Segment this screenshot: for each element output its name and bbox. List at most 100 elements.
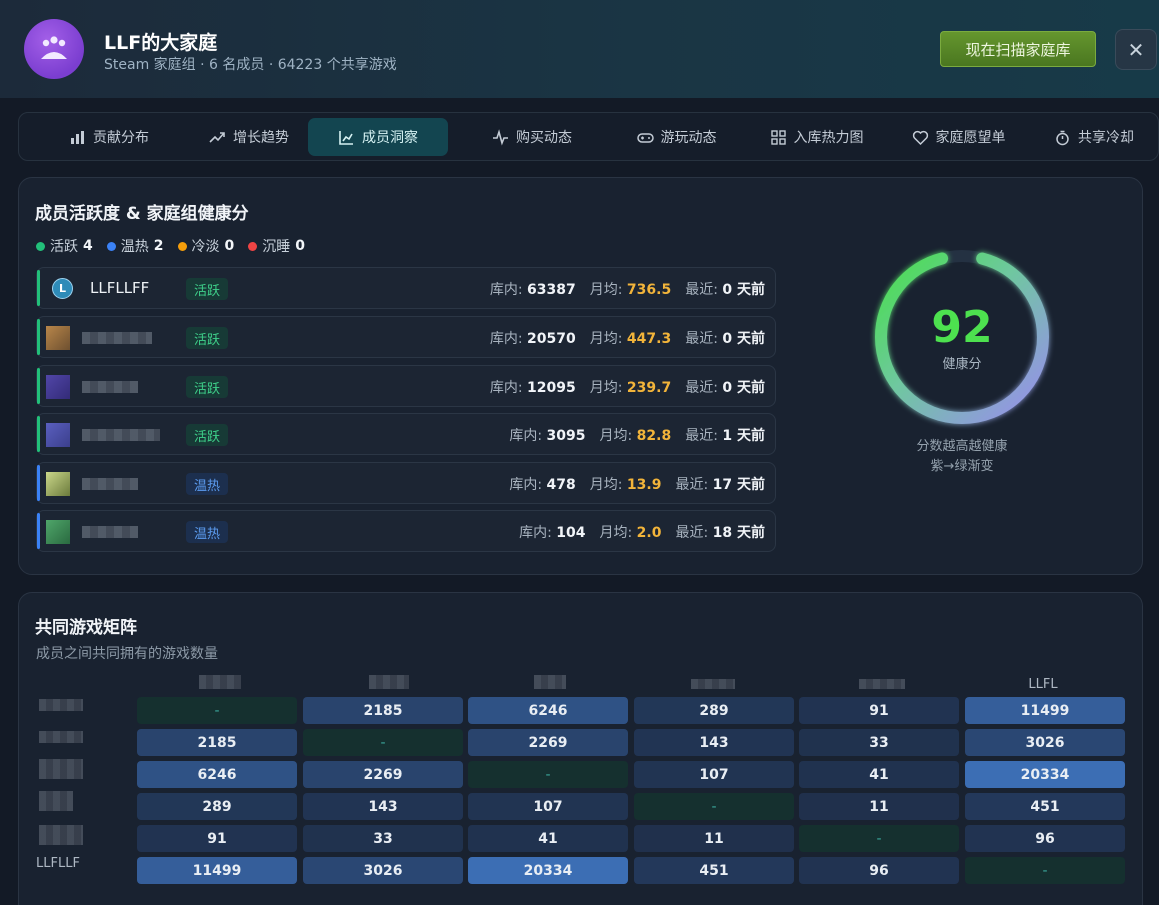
library-label: 库内: (489, 331, 523, 347)
member-row[interactable]: 活跃 库内: 12095 月均: 239.7 最近: 0 天前 (36, 365, 776, 407)
library-label: 库内: (519, 525, 552, 541)
matrix-cell[interactable]: - (965, 857, 1125, 884)
member-row[interactable]: L LLFLLFF 活跃 库内: 63387 月均: 736.5 最近: 0 天… (36, 267, 776, 309)
matrix-cell[interactable]: 6246 (468, 697, 628, 724)
tab-purchases[interactable]: 购买动态 (462, 118, 602, 156)
tab-label: 家庭愿望单 (935, 130, 1006, 146)
recent-activity: 1 天前 (722, 428, 765, 444)
member-stats: 库内: 104 月均: 2.0 最近: 18 天前 (519, 522, 765, 542)
timer-icon (1056, 130, 1069, 145)
matrix-cell[interactable]: 91 (137, 825, 297, 852)
matrix-cell[interactable]: - (634, 793, 794, 820)
matrix-cell[interactable]: 41 (799, 761, 959, 788)
matrix-cell[interactable]: 11 (634, 825, 794, 852)
member-row[interactable]: 温热 库内: 104 月均: 2.0 最近: 18 天前 (36, 510, 776, 552)
legend-label: 沉睡 (262, 239, 291, 255)
tab-share-cooldown[interactable]: 共享冷却 (1029, 118, 1159, 156)
bar-chart-icon (71, 130, 84, 144)
library-label: 库内: (509, 428, 543, 444)
matrix-cell[interactable]: 33 (799, 729, 959, 756)
matrix-cell[interactable]: - (137, 697, 297, 724)
matrix-cell[interactable]: 2269 (468, 729, 628, 756)
recent-label: 最近: (685, 331, 718, 347)
matrix-cell[interactable]: 41 (468, 825, 628, 852)
legend-dot (36, 241, 45, 251)
legend-dot (248, 241, 258, 251)
library-count: 104 (556, 525, 586, 541)
matrix-cell[interactable]: 11499 (137, 857, 297, 884)
legend-count: 2 (153, 238, 164, 254)
matrix-cell[interactable]: 2185 (303, 697, 463, 724)
matrix-cell[interactable]: - (468, 761, 628, 788)
status-badge: 活跃 (186, 278, 229, 300)
monthly-average: 2.0 (636, 525, 662, 541)
matrix-cell[interactable]: 96 (965, 825, 1125, 852)
matrix-cell[interactable]: 11499 (965, 697, 1125, 724)
matrix-cell[interactable]: 451 (634, 857, 794, 884)
tab-heatmap[interactable]: 入库热力图 (744, 118, 889, 156)
gamepad-icon (636, 132, 654, 143)
tab-wishlist[interactable]: 家庭愿望单 (886, 118, 1031, 156)
health-gauge: 92 健康分 (869, 244, 1055, 430)
pulse-icon (493, 128, 508, 146)
library-count: 478 (546, 477, 576, 493)
matrix-cell[interactable]: 20334 (468, 857, 628, 884)
matrix-cell[interactable]: 107 (468, 793, 628, 820)
heart-icon (912, 130, 928, 145)
recent-activity: 0 天前 (722, 282, 765, 298)
scan-family-library-button[interactable]: 现在扫描家庭库 (940, 31, 1096, 67)
matrix-cell[interactable]: 143 (634, 729, 794, 756)
avatar (46, 375, 166, 399)
monthly-average: 13.9 (626, 477, 662, 493)
legend-count: 0 (295, 238, 305, 254)
matrix-cell[interactable]: 2185 (137, 729, 297, 756)
matrix-cell[interactable]: 107 (634, 761, 794, 788)
gauge-note-line1: 分数越高越健康 (916, 439, 1008, 454)
avatar (46, 326, 166, 350)
recent-label: 最近: (685, 428, 718, 444)
matrix-cell[interactable]: - (799, 825, 959, 852)
matrix-cell[interactable]: 289 (634, 697, 794, 724)
member-stats: 库内: 3095 月均: 82.8 最近: 1 天前 (509, 425, 765, 445)
tab-member-insights[interactable]: 成员洞察 (308, 118, 448, 156)
tab-playtime[interactable]: 游玩动态 (604, 118, 749, 156)
matrix-cell[interactable]: 20334 (965, 761, 1125, 788)
matrix-cell[interactable]: 11 (799, 793, 959, 820)
tab-label: 游玩动态 (660, 130, 717, 146)
matrix-cell[interactable]: 33 (303, 825, 463, 852)
matrix-col-header (691, 679, 735, 689)
member-stats: 库内: 20570 月均: 447.3 最近: 0 天前 (490, 328, 765, 348)
matrix-cell[interactable]: 143 (303, 793, 463, 820)
matrix-cell[interactable]: - (303, 729, 463, 756)
recent-label: 最近: (685, 282, 718, 298)
recent-activity: 18 天前 (712, 525, 765, 541)
tab-label: 增长趋势 (233, 130, 289, 146)
matrix-row-header (39, 759, 83, 779)
status-badge: 温热 (186, 473, 229, 495)
matrix-cell[interactable]: 451 (965, 793, 1125, 820)
matrix-cell[interactable]: 91 (799, 697, 959, 724)
monthly-average: 239.7 (626, 380, 672, 396)
tab-contribution[interactable]: 贡献分布 (39, 118, 179, 156)
health-score-label: 健康分 (942, 357, 982, 372)
matrix-cell[interactable]: 3026 (303, 857, 463, 884)
legend-label: 温热 (120, 239, 149, 255)
matrix-cell[interactable]: 3026 (965, 729, 1125, 756)
close-button[interactable]: ✕ (1115, 29, 1157, 70)
tab-label: 贡献分布 (93, 130, 149, 146)
matrix-cell[interactable]: 289 (137, 793, 297, 820)
matrix-cell[interactable]: 6246 (137, 761, 297, 788)
library-count: 3095 (546, 428, 586, 444)
recent-label: 最近: (675, 477, 709, 493)
legend-dot (177, 241, 187, 251)
member-row[interactable]: 温热 库内: 478 月均: 13.9 最近: 17 天前 (36, 462, 776, 504)
matrix-cell[interactable]: 96 (799, 857, 959, 884)
tab-growth[interactable]: 增长趋势 (179, 118, 319, 156)
library-count: 63387 (527, 282, 576, 298)
status-badge: 活跃 (186, 327, 229, 349)
member-row[interactable]: 活跃 库内: 20570 月均: 447.3 最近: 0 天前 (36, 316, 776, 358)
library-label: 库内: (489, 282, 523, 298)
matrix-cell[interactable]: 2269 (303, 761, 463, 788)
tab-label: 入库热力图 (793, 130, 864, 146)
member-row[interactable]: 活跃 库内: 3095 月均: 82.8 最近: 1 天前 (36, 413, 776, 455)
